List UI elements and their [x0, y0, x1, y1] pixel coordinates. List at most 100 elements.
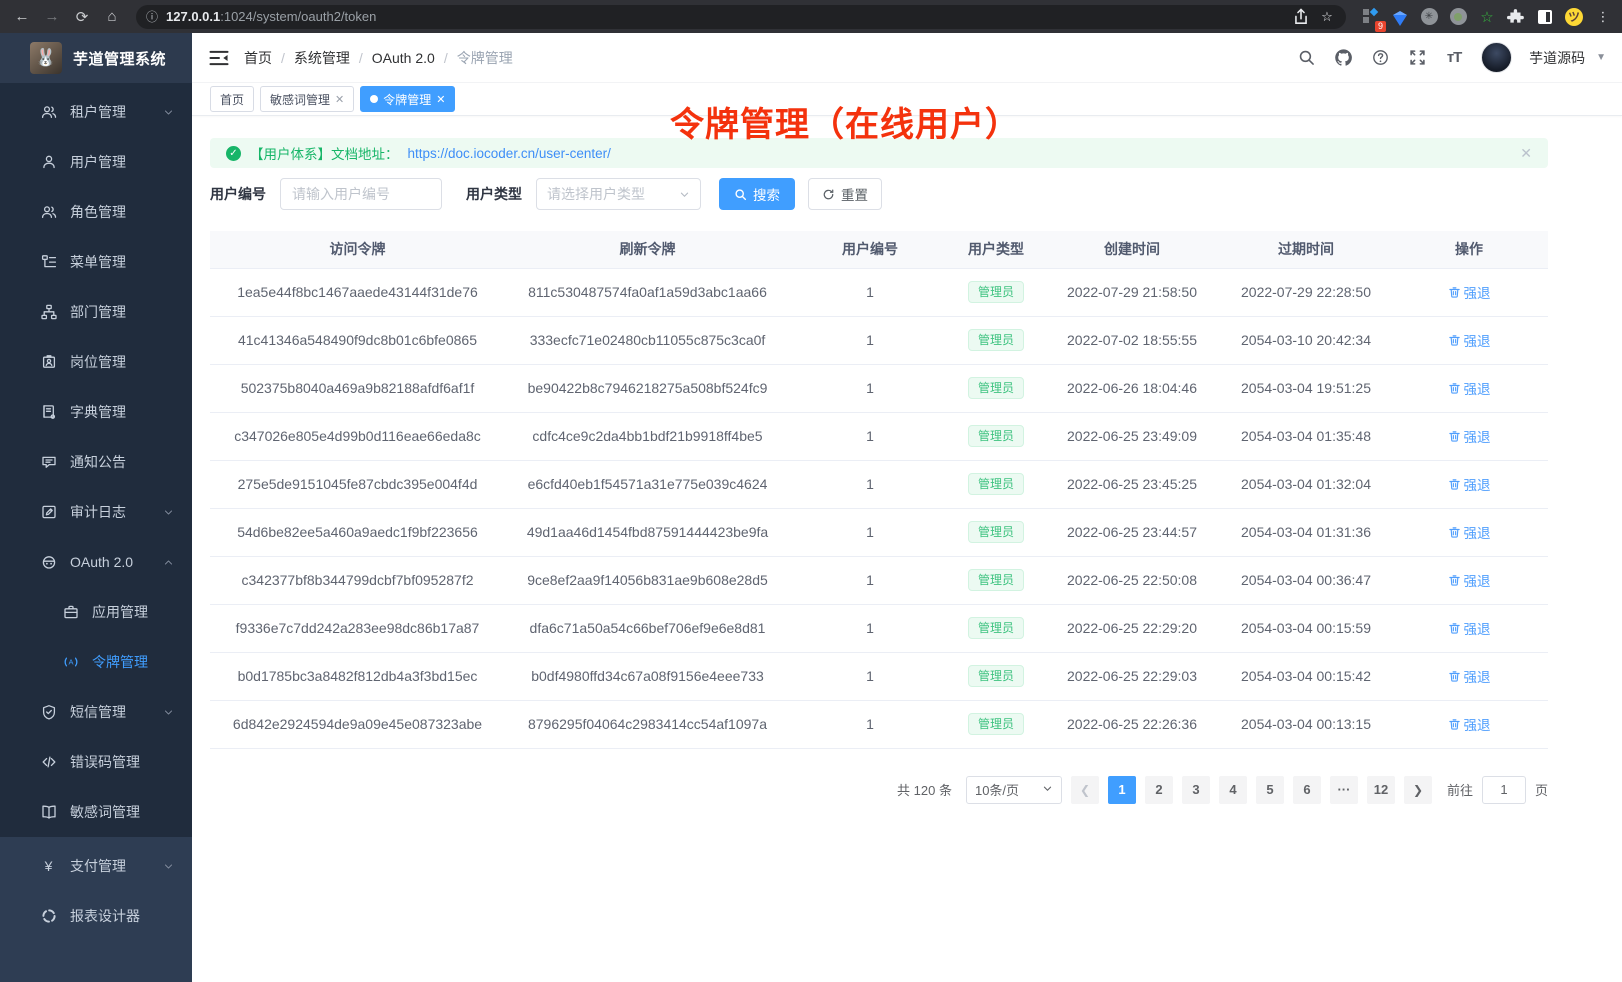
site-info-icon[interactable]: ⓘ	[146, 8, 158, 25]
alert-close-icon[interactable]: ✕	[1520, 145, 1532, 162]
column-header: 用户类型	[950, 231, 1042, 268]
back-icon[interactable]: ←	[10, 5, 34, 29]
sidebar-item-audit[interactable]: 审计日志	[0, 487, 192, 537]
sidebar-logo[interactable]: 🐰 芋道管理系统	[0, 33, 192, 83]
user-type-badge: 管理员	[968, 521, 1024, 543]
chevron-up-icon	[163, 557, 174, 568]
force-logout-link[interactable]: 强退	[1448, 714, 1491, 734]
record-extension-icon[interactable]	[1449, 8, 1467, 26]
page-button-2[interactable]: 2	[1145, 776, 1173, 804]
force-logout-link[interactable]: 强退	[1448, 666, 1491, 686]
page-button-1[interactable]: 1	[1108, 776, 1136, 804]
sidebar-item-oauth2[interactable]: OAuth 2.0	[0, 537, 192, 587]
user-caret-icon[interactable]: ▼	[1596, 52, 1606, 63]
tag-敏感词管理[interactable]: 敏感词管理✕	[260, 86, 354, 112]
user-name[interactable]: 芋道源码	[1529, 48, 1585, 68]
force-logout-link[interactable]: 强退	[1448, 282, 1491, 302]
sidebar-item-errcode[interactable]: 错误码管理	[0, 737, 192, 787]
reload-icon[interactable]: ⟳	[70, 5, 94, 29]
profile-avatar-icon[interactable]: ツ	[1565, 8, 1583, 26]
user-type-select[interactable]: 请选择用户类型	[536, 178, 701, 210]
page-button-12[interactable]: 12	[1367, 776, 1395, 804]
page-ellipsis[interactable]: ···	[1330, 776, 1358, 804]
help-icon[interactable]	[1370, 48, 1390, 68]
address-bar[interactable]: ⓘ 127.0.0.1:1024/system/oauth2/token ☆	[136, 5, 1346, 29]
home-icon[interactable]: ⌂	[100, 5, 124, 29]
bookmark-star-icon[interactable]: ☆	[1318, 8, 1336, 26]
sidebar-item-dict[interactable]: 字典管理	[0, 387, 192, 437]
sidebar-item-sensitive[interactable]: 敏感词管理	[0, 787, 192, 837]
doc-link[interactable]: https://doc.iocoder.cn/user-center/	[408, 146, 611, 161]
cell-refresh-token: cdfc4ce9c2da4bb1bdf21b9918ff4be5	[505, 412, 790, 460]
search-icon[interactable]	[1296, 48, 1316, 68]
search-button[interactable]: 搜索	[719, 178, 795, 210]
browser-menu-icon[interactable]: ⋮	[1594, 8, 1612, 26]
user-avatar[interactable]	[1481, 42, 1512, 73]
sidebar-item-role[interactable]: 角色管理	[0, 187, 192, 237]
sidebar-item-oauth2-app[interactable]: 应用管理	[0, 587, 192, 637]
fullscreen-icon[interactable]	[1407, 48, 1427, 68]
tag-首页[interactable]: 首页	[210, 86, 254, 112]
github-icon[interactable]	[1333, 48, 1353, 68]
next-page-button[interactable]: ❯	[1404, 776, 1432, 804]
cell-expire-time: 2022-07-29 22:28:50	[1222, 268, 1390, 316]
gem-extension-icon[interactable]	[1391, 8, 1409, 26]
sidebar-item-label: 令牌管理	[92, 652, 148, 672]
goto-page-input[interactable]	[1482, 776, 1526, 804]
force-logout-link[interactable]: 强退	[1448, 570, 1491, 590]
puzzle-extensions-icon[interactable]	[1507, 8, 1525, 26]
tag-close-icon[interactable]: ✕	[436, 93, 445, 106]
sidebar-item-pay[interactable]: ¥支付管理	[0, 841, 192, 891]
cell-user-type: 管理员	[950, 556, 1042, 604]
page-button-5[interactable]: 5	[1256, 776, 1284, 804]
force-logout-link[interactable]: 强退	[1448, 618, 1491, 638]
page-size-select[interactable]: 10条/页	[966, 776, 1062, 804]
prev-page-button[interactable]: ❮	[1071, 776, 1099, 804]
force-logout-link[interactable]: 强退	[1448, 474, 1491, 494]
force-logout-link[interactable]: 强退	[1448, 378, 1491, 398]
share-icon[interactable]	[1292, 8, 1310, 26]
sidebar-item-tenant[interactable]: 租户管理	[0, 87, 192, 137]
force-logout-link[interactable]: 强退	[1448, 426, 1491, 446]
sidebar-item-label: 通知公告	[70, 452, 126, 472]
breadcrumb-item[interactable]: 系统管理	[294, 48, 350, 68]
page-button-4[interactable]: 4	[1219, 776, 1247, 804]
extension-grid-icon[interactable]: 9	[1362, 8, 1380, 26]
tag-close-icon[interactable]: ✕	[335, 93, 344, 106]
tag-令牌管理[interactable]: 令牌管理✕	[360, 86, 455, 112]
sidebar-item-report[interactable]: 报表设计器	[0, 891, 192, 941]
reset-button[interactable]: 重置	[808, 178, 882, 210]
cell-user-type: 管理员	[950, 652, 1042, 700]
collapse-sidebar-icon[interactable]	[208, 47, 230, 69]
user-type-badge: 管理员	[968, 281, 1024, 303]
sidebar-item-dept[interactable]: 部门管理	[0, 287, 192, 337]
side-panel-icon[interactable]	[1536, 8, 1554, 26]
sidebar-item-user[interactable]: 用户管理	[0, 137, 192, 187]
font-size-icon[interactable]: тT	[1444, 48, 1464, 68]
cell-user-id: 1	[790, 700, 950, 748]
cell-access-token: 6d842e2924594de9a09e45e087323abe	[210, 700, 505, 748]
forward-icon[interactable]: →	[40, 5, 64, 29]
sidebar-item-oauth2-token[interactable]: A令牌管理	[0, 637, 192, 687]
page-button-6[interactable]: 6	[1293, 776, 1321, 804]
sidebar-item-post[interactable]: 岗位管理	[0, 337, 192, 387]
sidebar-item-label: 敏感词管理	[70, 802, 140, 822]
browser-toolbar: ← → ⟳ ⌂ ⓘ 127.0.0.1:1024/system/oauth2/t…	[0, 0, 1622, 33]
star-extension-icon[interactable]: ☆	[1478, 8, 1496, 26]
sidebar-item-notice[interactable]: 通知公告	[0, 437, 192, 487]
user-id-input[interactable]: 请输入用户编号	[280, 178, 442, 210]
breadcrumb-item[interactable]: 首页	[244, 48, 272, 68]
annotation-text: 令牌管理（在线用户）	[670, 97, 1020, 146]
sidebar-item-menu[interactable]: 菜单管理	[0, 237, 192, 287]
cell-access-token: 41c41346a548490f9dc8b01c6bfe0865	[210, 316, 505, 364]
breadcrumb-item[interactable]: OAuth 2.0	[372, 50, 435, 66]
command-extension-icon[interactable]: ✳	[1420, 8, 1438, 26]
dict-icon	[40, 404, 57, 421]
sidebar-item-sms[interactable]: 短信管理	[0, 687, 192, 737]
table-header-row: 访问令牌刷新令牌用户编号用户类型创建时间过期时间操作	[210, 231, 1548, 268]
cell-expire-time: 2054-03-04 00:15:42	[1222, 652, 1390, 700]
trash-icon	[1448, 478, 1461, 491]
force-logout-link[interactable]: 强退	[1448, 522, 1491, 542]
page-button-3[interactable]: 3	[1182, 776, 1210, 804]
force-logout-link[interactable]: 强退	[1448, 330, 1491, 350]
